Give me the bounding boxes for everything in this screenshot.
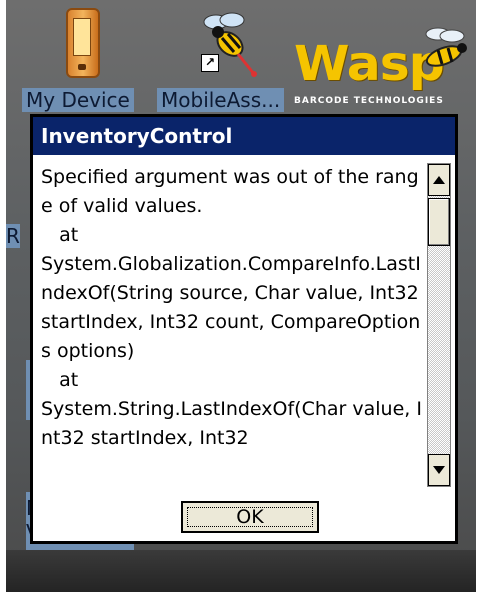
scroll-down-button[interactable]: [428, 454, 450, 486]
triangle-down-icon: [433, 466, 445, 474]
taskbar-strip: [6, 550, 476, 592]
device-button: [78, 64, 86, 70]
error-message: Specified argument was out of the range …: [41, 166, 422, 449]
scroll-thumb[interactable]: [428, 198, 450, 246]
ok-button[interactable]: OK: [181, 501, 319, 533]
scroll-up-button[interactable]: [428, 164, 450, 196]
wasp-logo-bee-icon: [425, 27, 467, 67]
shortcut-arrow-icon: ↗: [201, 54, 219, 72]
pocket-pc-icon[interactable]: [66, 8, 100, 78]
focus-rectangle: [187, 507, 313, 527]
message-scrollbar[interactable]: [427, 163, 451, 487]
dialog-title: InventoryControl: [33, 117, 455, 155]
hidden-icon-label-r[interactable]: R: [6, 224, 20, 248]
triangle-up-icon: [433, 176, 445, 184]
my-device-label[interactable]: My Device: [22, 88, 134, 112]
wasp-logo-tagline: BARCODE TECHNOLOGIES: [294, 96, 444, 106]
error-dialog: InventoryControl Specified argument was …: [30, 114, 458, 544]
wasp-logo: Wasp BARCODE TECHNOLOGIES: [294, 22, 476, 112]
mobileassets-label[interactable]: MobileAss...: [157, 88, 285, 112]
device-screen: [73, 18, 91, 56]
